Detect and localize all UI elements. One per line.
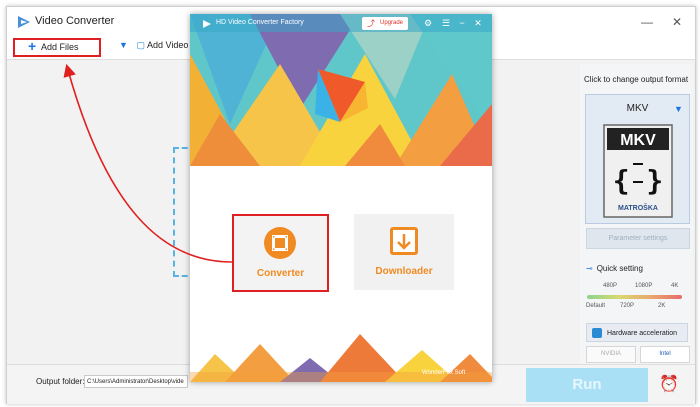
run-button[interactable]: Run xyxy=(526,368,648,402)
matroska-brand: MATROŠKA xyxy=(618,203,658,212)
quality-tick: 1080P xyxy=(635,283,653,289)
upgrade-button[interactable]: ⤴ Upgrade xyxy=(362,17,408,30)
output-format-selector[interactable]: MKV ▼ MKV { } MATROŠKA xyxy=(585,94,690,224)
converter-label: Converter xyxy=(256,268,305,279)
output-format-panel: Click to change output format MKV ▼ MKV … xyxy=(580,64,693,364)
close-icon[interactable]: ✕ xyxy=(665,11,689,33)
hub-banner xyxy=(190,14,492,166)
parameter-settings-label: Parameter settings xyxy=(608,235,668,242)
minimize-icon[interactable]: — xyxy=(635,11,659,33)
quick-setting: ⊸ Quick setting xyxy=(586,264,643,273)
svg-text:{ }: { } xyxy=(613,164,664,197)
hub-title: HD Video Converter Factory xyxy=(216,19,304,26)
menu-icon[interactable]: ☰ xyxy=(440,17,452,29)
quality-tick: Default xyxy=(586,303,606,309)
app-logo-icon xyxy=(18,16,30,28)
add-files-label: Add Files xyxy=(41,42,79,52)
add-files-button[interactable]: + Add Files xyxy=(13,38,101,57)
nvidia-label: NVIDIA xyxy=(600,351,621,357)
quality-tick: 4K xyxy=(671,283,679,289)
folder-icon: ▢ xyxy=(136,40,145,50)
quality-slider[interactable] xyxy=(587,295,682,299)
output-folder-field[interactable]: C:\Users\Administrator\Desktop\vide xyxy=(84,375,188,388)
intel-label: Intel xyxy=(659,351,671,357)
quality-tick: 720P xyxy=(620,303,635,309)
minimize-icon[interactable]: − xyxy=(456,17,468,29)
hardware-acceleration-label: Hardware acceleration xyxy=(607,330,678,337)
hub-window: HD Video Converter Factory ⤴ Upgrade ⚙ ☰… xyxy=(190,14,492,382)
quick-setting-label: Quick setting xyxy=(596,264,643,273)
hardware-acceleration-toggle[interactable]: Hardware acceleration xyxy=(586,323,688,342)
plus-icon: + xyxy=(28,38,37,54)
close-icon[interactable]: ✕ xyxy=(472,17,484,29)
add-video-folder-label: Add Video F xyxy=(146,40,197,50)
add-video-folder-button[interactable]: ▼ ▢ Add Video F xyxy=(119,40,196,51)
download-icon xyxy=(390,227,418,255)
parameter-settings-button[interactable]: Parameter settings xyxy=(586,228,690,249)
alarm-clock-icon[interactable]: ⏰ xyxy=(655,371,683,399)
quality-tick: 480P xyxy=(603,283,618,289)
film-icon xyxy=(264,227,296,259)
chevron-down-icon[interactable]: ▼ xyxy=(674,104,683,114)
slider-icon: ⊸ xyxy=(586,264,593,273)
downloader-label: Downloader xyxy=(375,266,433,277)
settings-icon[interactable]: ⚙ xyxy=(422,17,434,29)
mkv-icon-label: MKV xyxy=(620,132,656,149)
downloader-tile[interactable]: Downloader xyxy=(354,214,454,290)
mkv-format-icon: MKV { } MATROŠKA xyxy=(603,124,673,218)
app-logo-icon xyxy=(203,20,211,28)
upgrade-label: Upgrade xyxy=(379,20,403,26)
nvidia-option[interactable]: NVIDIA xyxy=(586,346,636,363)
quality-tick: 2K xyxy=(658,303,666,309)
intel-option[interactable]: Intel xyxy=(640,346,690,363)
checkbox-icon xyxy=(592,328,602,338)
window-title: Video Converter xyxy=(35,15,115,27)
converter-tile[interactable]: Converter xyxy=(232,214,329,292)
format-hint: Click to change output format xyxy=(584,75,689,84)
chevron-down-icon[interactable]: ▼ xyxy=(119,40,128,50)
output-folder-label: Output folder: xyxy=(36,377,85,386)
footer-brand: WonderFox Soft xyxy=(422,370,466,376)
upgrade-icon: ⤴ xyxy=(367,19,375,28)
